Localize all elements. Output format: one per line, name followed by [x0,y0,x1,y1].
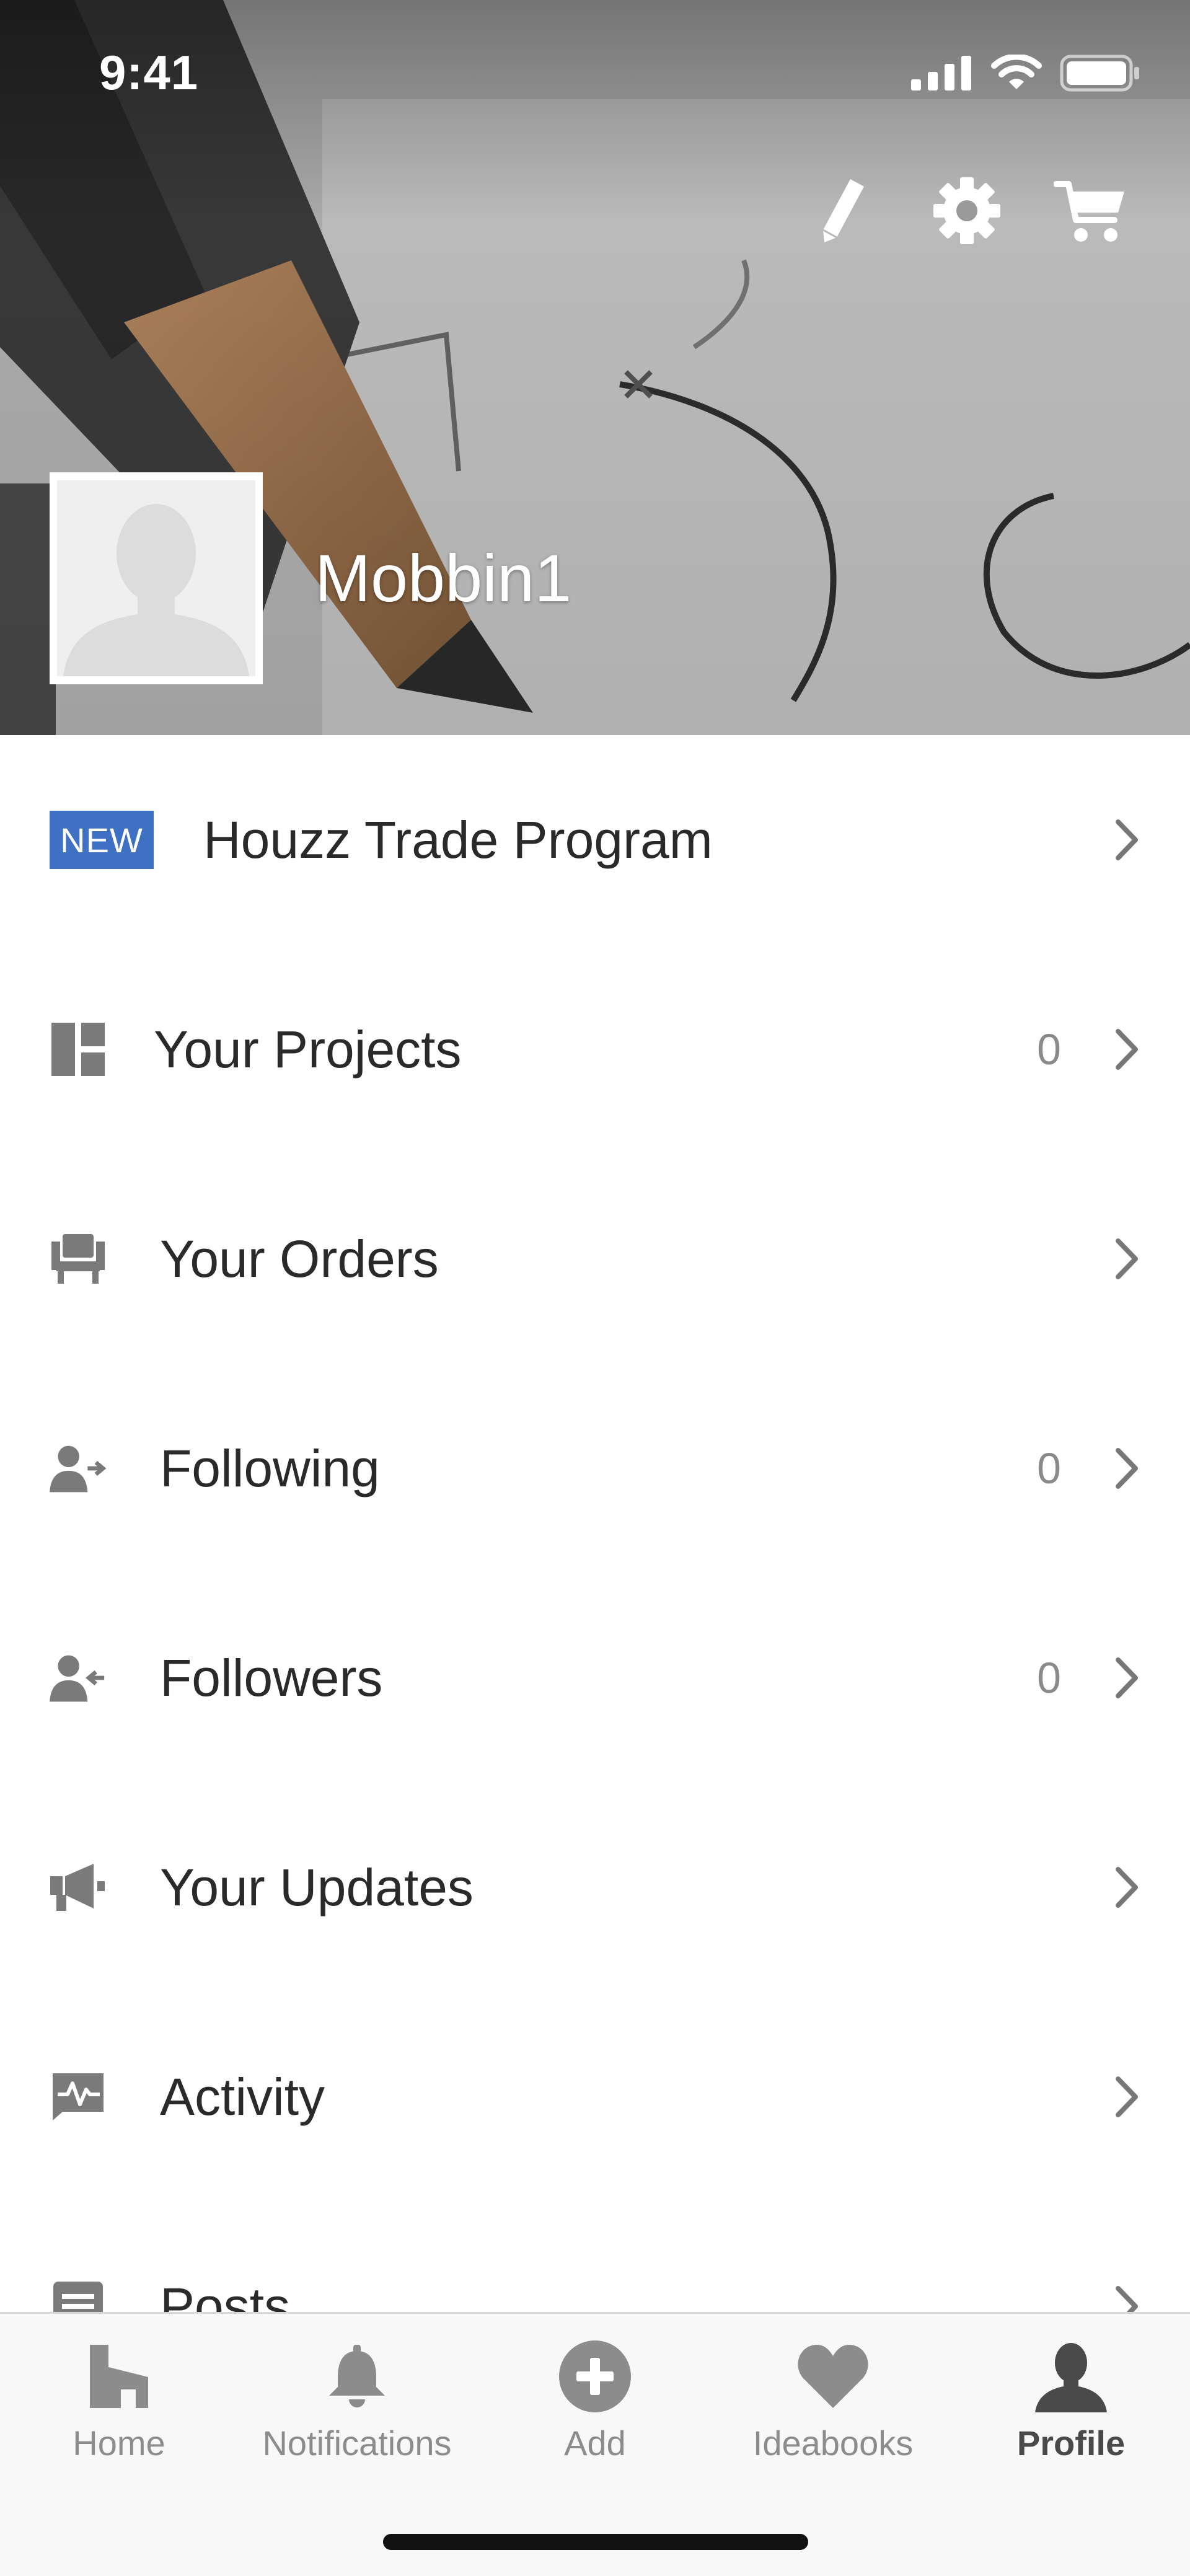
status-bar: 9:41 [0,0,1190,149]
menu-item-label: Following [160,1439,380,1498]
cart-icon [1054,181,1124,242]
chevron-right-icon [1108,1444,1145,1493]
menu-item-label: Your Orders [160,1229,439,1288]
tab-profile[interactable]: Profile [952,2336,1190,2497]
tab-add[interactable]: Add [476,2336,714,2497]
menu-item-label: Your Projects [154,1020,462,1078]
projects-icon [50,1021,107,1078]
avatar[interactable] [50,472,263,684]
menu-item-activity[interactable]: Activity [0,1992,1190,2202]
gear-icon [933,177,1000,244]
avatar-placeholder [57,480,255,676]
tab-ideabooks[interactable]: Ideabooks [714,2336,952,2497]
following-icon [50,1440,107,1497]
tab-home[interactable]: Home [0,2336,238,2497]
menu-item-label: Houzz Trade Program [203,810,713,869]
menu-item-label: Your Updates [160,1858,474,1917]
home-icon [79,2336,159,2417]
menu-item-following[interactable]: Following 0 [0,1364,1190,1573]
edit-profile-button[interactable] [781,167,905,254]
profile-username: Mobbin1 [315,540,572,615]
header-actions [781,167,1153,254]
menu-item-followers[interactable]: Followers 0 [0,1573,1190,1783]
cellular-signal-icon [911,56,971,90]
status-time: 9:41 [99,45,199,100]
status-icons [911,55,1140,92]
armchair-icon [50,1230,107,1287]
cart-button[interactable] [1029,167,1153,254]
chevron-right-icon [1108,1025,1145,1074]
home-indicator [383,2534,808,2550]
person-icon [1031,2336,1111,2417]
menu-item-projects[interactable]: Your Projects 0 [0,945,1190,1154]
pencil-icon [822,179,864,242]
tab-label: Notifications [262,2424,452,2463]
menu-item-label: Followers [160,1648,383,1707]
chevron-right-icon [1108,2072,1145,2122]
followers-count: 0 [1037,1654,1061,1702]
tab-label: Home [73,2424,165,2463]
tab-notifications[interactable]: Notifications [238,2336,476,2497]
tab-label: Ideabooks [752,2424,914,2463]
chevron-right-icon [1108,1653,1145,1703]
activity-icon [50,2068,107,2125]
tab-label: Add [564,2424,626,2463]
wifi-icon [991,55,1042,89]
settings-button[interactable] [905,167,1029,254]
following-count: 0 [1037,1444,1061,1493]
megaphone-icon [50,1859,107,1916]
menu-item-label: Activity [160,2067,325,2126]
chevron-right-icon [1108,1863,1145,1912]
menu-item-trade-program[interactable]: NEW Houzz Trade Program [0,735,1190,945]
battery-icon [1060,55,1139,92]
tab-label: Profile [1016,2424,1126,2463]
heart-icon [793,2336,873,2417]
chevron-right-icon [1108,815,1145,865]
menu-item-orders[interactable]: Your Orders [0,1154,1190,1364]
plus-circle-icon [555,2336,635,2417]
projects-count: 0 [1037,1025,1061,1074]
profile-header: 9:41 Mobbin1 [0,0,1190,735]
followers-icon [50,1649,107,1706]
new-badge: NEW [50,811,154,869]
chevron-right-icon [1108,1234,1145,1284]
default-avatar-icon [63,504,249,676]
menu-item-updates[interactable]: Your Updates [0,1783,1190,1992]
bell-icon [317,2336,397,2417]
